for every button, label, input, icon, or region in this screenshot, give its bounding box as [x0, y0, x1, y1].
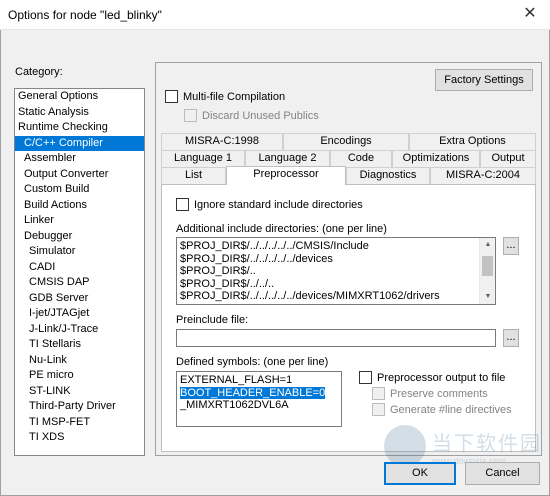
include-dir-line: $PROJ_DIR$/../../../../../devices/MIMXRT…	[180, 290, 440, 302]
gen-line-label: Generate #line directives	[390, 403, 512, 416]
discard-unused-row: Discard Unused Publics	[184, 109, 319, 122]
preinclude-label: Preinclude file:	[176, 314, 249, 326]
pp-output-checkbox[interactable]	[359, 371, 372, 384]
tab-misra-c-2004[interactable]: MISRA-C:2004	[430, 167, 536, 184]
include-dirs-textarea[interactable]: $PROJ_DIR$/../../../../../CMSIS/Include …	[176, 237, 496, 305]
tab-row-1: MISRA-C:1998 Encodings Extra Options	[161, 133, 536, 150]
category-item-cmsis-dap[interactable]: CMSIS DAP	[15, 275, 144, 291]
gen-line-checkbox	[372, 403, 385, 416]
tab-language-1[interactable]: Language 1	[161, 150, 245, 167]
preserve-comments-checkbox	[372, 387, 385, 400]
include-dirs-browse-button[interactable]: ...	[503, 237, 519, 255]
scroll-down-icon[interactable]: ▼	[480, 290, 495, 304]
include-dirs-label: Additional include directories: (one per…	[176, 223, 387, 235]
pp-output-row[interactable]: Preprocessor output to file	[359, 371, 505, 384]
category-item-debugger[interactable]: Debugger	[15, 229, 144, 245]
preinclude-browse-button[interactable]: ...	[503, 329, 519, 347]
tab-list[interactable]: List	[161, 167, 226, 184]
defined-symbols-textarea[interactable]: EXTERNAL_FLASH=1 BOOT_HEADER_ENABLE=0 _M…	[176, 371, 342, 427]
category-item-linker[interactable]: Linker	[15, 213, 144, 229]
symbol-line: EXTERNAL_FLASH=1	[180, 374, 338, 387]
symbol-text: EXTERNAL_FLASH=1	[180, 374, 293, 386]
tab-row-2: Language 1 Language 2 Code Optimizations…	[161, 150, 536, 167]
ignore-std-include-row[interactable]: Ignore standard include directories	[176, 198, 363, 211]
category-item-pe-micro[interactable]: PE micro	[15, 368, 144, 384]
factory-settings-button[interactable]: Factory Settings	[435, 69, 533, 91]
category-item-nu-link[interactable]: Nu-Link	[15, 353, 144, 369]
category-item-c-compiler[interactable]: C/C++ Compiler	[15, 135, 144, 151]
tab-code[interactable]: Code	[330, 150, 392, 167]
tab-row-3: List Preprocessor Diagnostics MISRA-C:20…	[161, 166, 536, 185]
category-item-j-link[interactable]: J-Link/J-Trace	[15, 322, 144, 338]
discard-unused-label: Discard Unused Publics	[202, 109, 319, 122]
include-dir-line: $PROJ_DIR$/../../../../../devices	[180, 252, 333, 265]
category-item-ti-msp-fet[interactable]: TI MSP-FET	[15, 415, 144, 431]
category-list[interactable]: General Options Static Analysis Runtime …	[14, 88, 145, 456]
title-bar: Options for node "led_blinky" ✕	[0, 0, 550, 30]
include-dirs-scrollbar[interactable]: ▲ ▼	[479, 238, 495, 304]
category-item-ti-xds[interactable]: TI XDS	[15, 430, 144, 446]
category-label: Category:	[15, 66, 63, 78]
preprocessor-page: Ignore standard include directories Addi…	[161, 184, 536, 452]
tab-extra-options[interactable]: Extra Options	[409, 133, 536, 150]
discard-unused-checkbox	[184, 109, 197, 122]
tab-preprocessor[interactable]: Preprocessor	[226, 166, 346, 185]
category-item-cadi[interactable]: CADI	[15, 260, 144, 276]
symbol-line: BOOT_HEADER_ENABLE=0	[180, 386, 338, 400]
symbol-text: _MIMXRT1062DVL6A	[180, 399, 289, 411]
scroll-up-icon[interactable]: ▲	[480, 238, 495, 252]
scroll-thumb[interactable]	[482, 256, 493, 276]
tab-strip: MISRA-C:1998 Encodings Extra Options Lan…	[161, 133, 536, 185]
category-item-simulator[interactable]: Simulator	[15, 244, 144, 260]
tab-output[interactable]: Output	[480, 150, 536, 167]
category-item-ti-stellaris[interactable]: TI Stellaris	[15, 337, 144, 353]
gen-line-row: Generate #line directives	[372, 403, 512, 416]
defined-symbols-label: Defined symbols: (one per line)	[176, 356, 329, 368]
preserve-comments-label: Preserve comments	[390, 387, 488, 400]
pp-output-label: Preprocessor output to file	[377, 371, 506, 384]
tab-diagnostics[interactable]: Diagnostics	[346, 167, 430, 184]
close-icon[interactable]: ✕	[520, 4, 540, 24]
tab-encodings[interactable]: Encodings	[283, 133, 409, 150]
category-item-output-converter[interactable]: Output Converter	[15, 167, 144, 183]
category-item-i-jet[interactable]: I-jet/JTAGjet	[15, 306, 144, 322]
ok-button[interactable]: OK	[384, 462, 456, 485]
ignore-std-include-label: Ignore standard include directories	[194, 198, 363, 211]
multifile-compilation-row[interactable]: Multi-file Compilation	[165, 90, 285, 103]
include-dir-line: $PROJ_DIR$/../../../../../CMSIS/Include	[180, 240, 369, 252]
options-panel: Factory Settings Multi-file Compilation …	[155, 62, 542, 456]
category-item-general-options[interactable]: General Options	[15, 89, 144, 105]
tab-optimizations[interactable]: Optimizations	[392, 150, 480, 167]
preserve-comments-row: Preserve comments	[372, 387, 488, 400]
cancel-button[interactable]: Cancel	[465, 462, 540, 485]
category-item-custom-build[interactable]: Custom Build	[15, 182, 144, 198]
multifile-checkbox[interactable]	[165, 90, 178, 103]
category-item-st-link[interactable]: ST-LINK	[15, 384, 144, 400]
symbol-text-selected: BOOT_HEADER_ENABLE=0	[180, 386, 326, 399]
ignore-std-include-checkbox[interactable]	[176, 198, 189, 211]
category-item-static-analysis[interactable]: Static Analysis	[15, 105, 144, 121]
tab-language-2[interactable]: Language 2	[245, 150, 330, 167]
tab-misra-c-1998[interactable]: MISRA-C:1998	[161, 133, 283, 150]
category-item-runtime-checking[interactable]: Runtime Checking	[15, 120, 144, 136]
multifile-label: Multi-file Compilation	[183, 90, 286, 103]
include-dir-line: $PROJ_DIR$/../../..	[180, 277, 275, 290]
category-item-assembler[interactable]: Assembler	[15, 151, 144, 167]
category-item-build-actions[interactable]: Build Actions	[15, 198, 144, 214]
window-title: Options for node "led_blinky"	[8, 8, 162, 22]
symbol-line: _MIMXRT1062DVL6A	[180, 399, 338, 412]
include-dir-line: $PROJ_DIR$/..	[180, 265, 256, 277]
preinclude-input[interactable]	[176, 329, 496, 347]
category-item-third-party-driver[interactable]: Third-Party Driver	[15, 399, 144, 415]
category-item-gdb-server[interactable]: GDB Server	[15, 291, 144, 307]
